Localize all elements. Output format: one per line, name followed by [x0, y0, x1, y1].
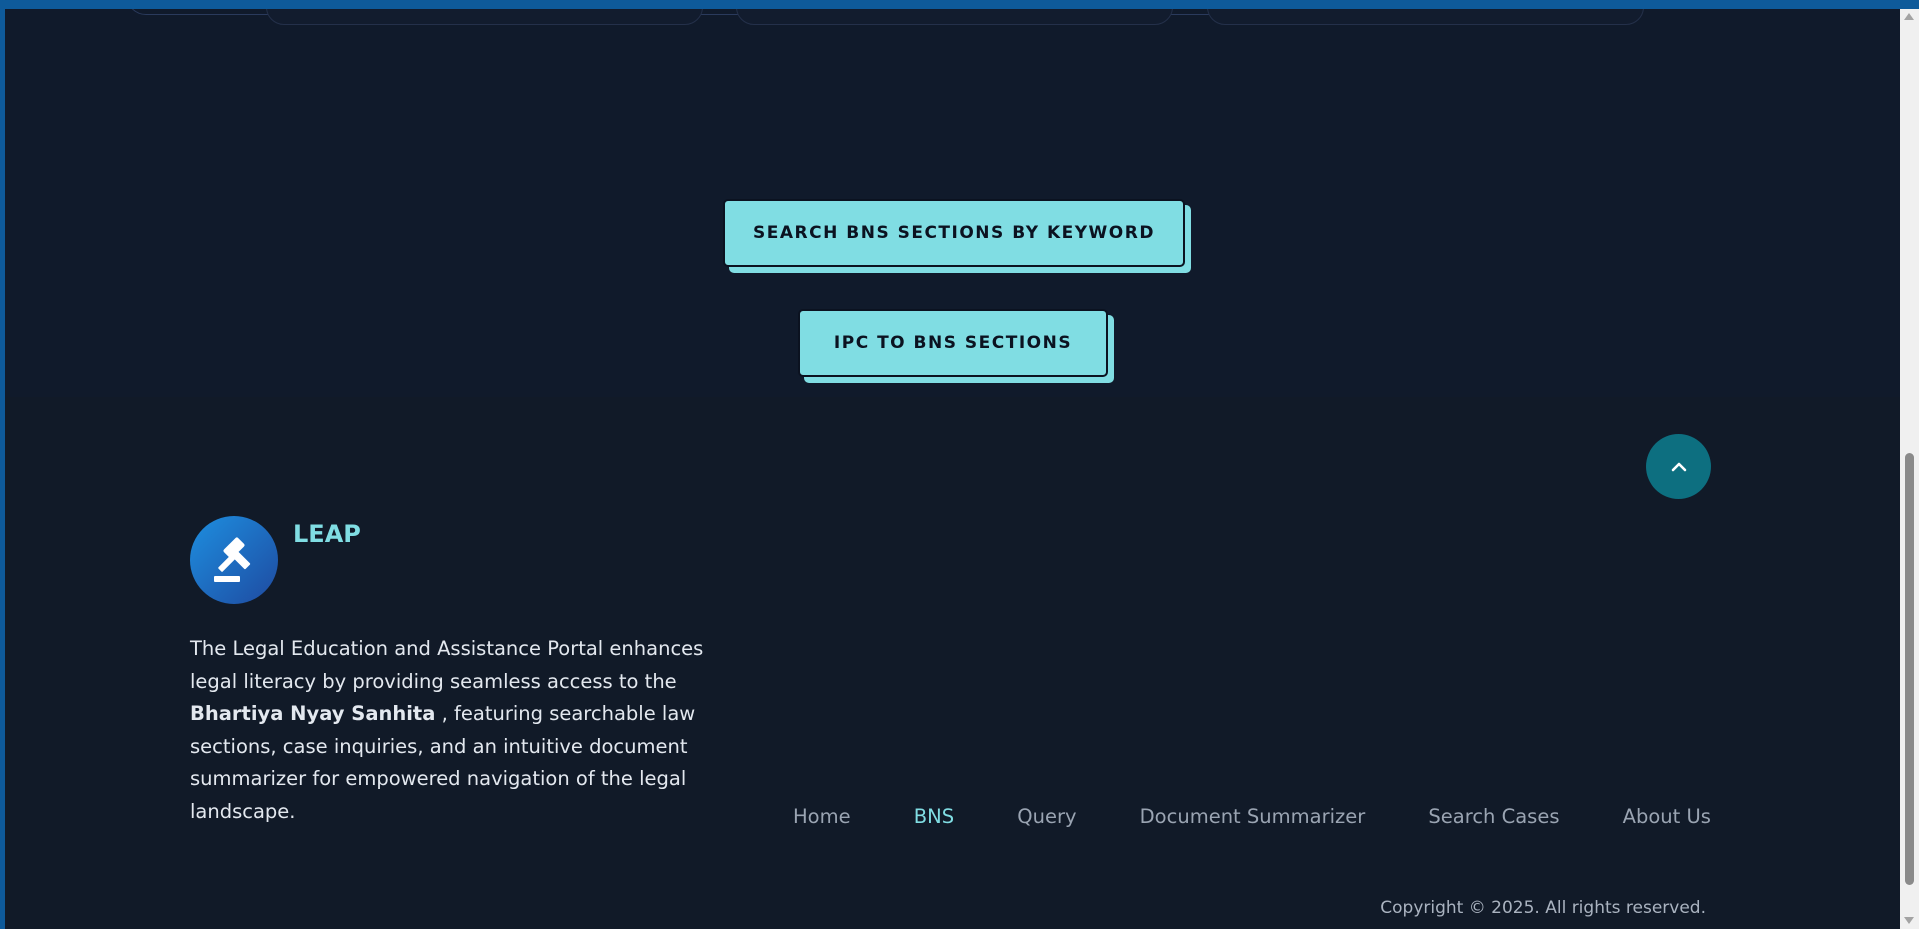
feature-card-edge — [1207, 9, 1644, 25]
copyright-text: Copyright © 2025. All rights reserved. — [1380, 898, 1706, 918]
portal-description: The Legal Education and Assistance Porta… — [190, 633, 750, 828]
gavel-icon — [214, 537, 251, 582]
scroll-up-arrow-icon[interactable] — [1904, 13, 1914, 20]
footer-nav-about-us[interactable]: About Us — [1623, 805, 1711, 828]
page-frame: SEARCH BNS SECTIONS BY KEYWORD IPC TO BN… — [5, 9, 1900, 929]
ipc-to-bns-button[interactable]: IPC TO BNS SECTIONS — [798, 309, 1108, 377]
back-to-top-button[interactable] — [1646, 434, 1711, 499]
bns-actions-section: SEARCH BNS SECTIONS BY KEYWORD IPC TO BN… — [5, 9, 1900, 397]
search-bns-by-keyword-button[interactable]: SEARCH BNS SECTIONS BY KEYWORD — [723, 199, 1185, 267]
footer-nav-query[interactable]: Query — [1017, 805, 1076, 828]
scroll-down-arrow-icon[interactable] — [1904, 917, 1914, 924]
brand-name: LEAP — [293, 520, 361, 548]
footer-nav-document-summarizer[interactable]: Document Summarizer — [1140, 805, 1366, 828]
feature-card-edge — [266, 9, 703, 25]
page-scrollbar[interactable] — [1900, 9, 1919, 929]
chevron-up-icon — [1671, 462, 1686, 471]
footer-nav-home[interactable]: Home — [793, 805, 851, 828]
scrollbar-thumb[interactable] — [1905, 453, 1914, 885]
description-highlight: Bhartiya Nyay Sanhita — [190, 702, 436, 725]
footer-nav-search-cases[interactable]: Search Cases — [1428, 805, 1559, 828]
footer-nav-bns[interactable]: BNS — [914, 805, 954, 828]
footer-nav: Home BNS Query Document Summarizer Searc… — [793, 805, 1711, 828]
feature-card-edge — [736, 9, 1173, 25]
description-intro: The Legal Education and Assistance Porta… — [190, 637, 704, 693]
leap-logo[interactable] — [190, 516, 278, 604]
